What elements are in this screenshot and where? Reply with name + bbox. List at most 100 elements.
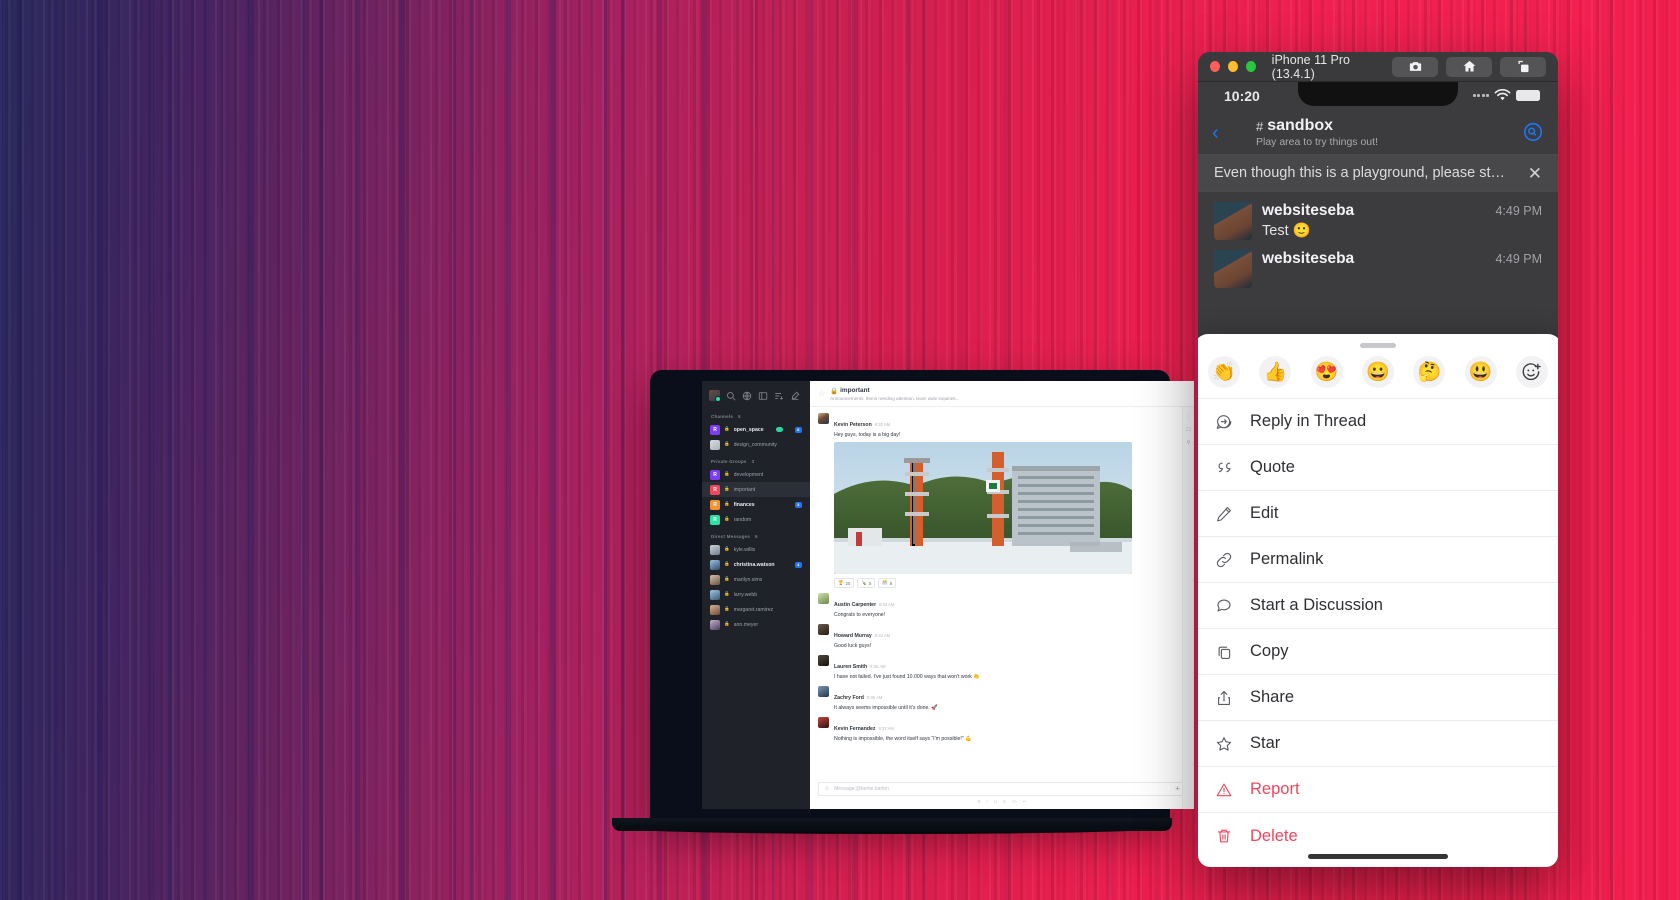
search-icon[interactable]: ⚲ — [1183, 440, 1194, 446]
sidebar-item-ann-meyer[interactable]: 🔒 ann.meyer — [702, 617, 810, 632]
sidebar-item-marilyn-sims[interactable]: 🔒 marilyn.sims — [702, 572, 810, 587]
sidebar-item-open_space[interactable]: R 🔒 open_space 8 — [702, 422, 810, 437]
bold-icon[interactable]: B — [977, 799, 980, 805]
message-text: Good luck guys! — [834, 643, 872, 650]
announcement-banner[interactable]: Even though this is a playground, please… — [1198, 154, 1558, 192]
message-image[interactable] — [834, 442, 1132, 575]
simulator-screen: 10:20 ‹ # sandbox Play area to try thing… — [1198, 82, 1558, 867]
menu-item-reply-in-thread[interactable]: Reply in Thread — [1198, 399, 1558, 445]
message-text: Congrats to everyone! — [834, 612, 886, 619]
compose-icon[interactable] — [790, 391, 800, 401]
rotate-button[interactable] — [1500, 56, 1546, 77]
formatting-toolbar: B I U S <> ↵ — [810, 799, 1194, 805]
desktop-main-panel: ☆ 🔒 important Announcements, Items needi… — [810, 381, 1194, 809]
strike-icon[interactable]: S — [1003, 799, 1006, 805]
menu-item-label: Quote — [1250, 458, 1295, 476]
simulator-toolbar — [1392, 56, 1546, 77]
status-time: 10:20 — [1224, 88, 1260, 104]
device-notch — [1298, 82, 1458, 106]
channel-title-block[interactable]: # sandbox Play area to try things out! — [1256, 117, 1378, 148]
back-button[interactable]: ‹ — [1212, 123, 1219, 143]
menu-item-label: Edit — [1250, 504, 1279, 522]
add-reaction-icon[interactable] — [1515, 356, 1548, 388]
close-icon[interactable] — [1210, 61, 1220, 72]
reaction-emoji: 🏆 — [838, 580, 844, 586]
message-text: Test 🙂 — [1262, 223, 1311, 239]
reaction-chip[interactable]: 🏆 20 — [834, 578, 855, 589]
message-row: websiteseba 4:49 PM — [1198, 240, 1558, 288]
message-text: Nothing is impossible, the word itself s… — [834, 736, 972, 743]
message-composer[interactable]: ☺ Message @bertie.barton + — [818, 782, 1186, 796]
search-message-icon[interactable] — [1522, 121, 1544, 143]
directory-icon[interactable] — [758, 391, 768, 401]
wifi-icon — [1494, 89, 1511, 101]
smiley-emoji[interactable]: 😃 — [1464, 356, 1497, 388]
thumbsup-emoji[interactable]: 👍 — [1259, 356, 1292, 388]
emoji-icon[interactable]: ☺ — [824, 786, 830, 792]
home-button[interactable] — [1446, 56, 1492, 77]
room-name: larry.webb — [733, 591, 758, 598]
sidebar-item-kyle-willis[interactable]: 🔒 kyle.willis — [702, 542, 810, 557]
sidebar-item-important[interactable]: R 🔒 important — [702, 482, 810, 497]
screenshot-button[interactable] — [1392, 56, 1438, 77]
sidebar-item-christina-watson[interactable]: 🔒 christina.watson 4 — [702, 557, 810, 572]
reaction-chip[interactable]: 🍾 5 — [857, 578, 876, 589]
menu-item-edit[interactable]: Edit — [1198, 491, 1558, 537]
sidebar-item-design_community[interactable]: 🔒 design_community — [702, 437, 810, 452]
menu-item-delete[interactable]: Delete — [1198, 813, 1558, 859]
avatar — [818, 624, 829, 636]
sort-icon[interactable] — [774, 391, 784, 401]
avatar — [818, 686, 829, 698]
home-indicator[interactable] — [1308, 854, 1448, 859]
sidebar-item-development[interactable]: R 🔒 development — [702, 467, 810, 482]
code-icon[interactable]: <> — [1012, 799, 1017, 805]
zoom-icon[interactable] — [1245, 61, 1256, 72]
menu-item-copy[interactable]: Copy — [1198, 629, 1558, 675]
message-time: 4:49 PM — [1495, 252, 1542, 266]
menu-item-label: Start a Discussion — [1250, 596, 1383, 614]
avatar — [710, 544, 720, 555]
room-name: development — [733, 471, 764, 478]
multiline-icon[interactable]: ↵ — [1023, 799, 1027, 805]
globe-icon[interactable] — [742, 391, 752, 401]
laptop-foot — [620, 828, 1164, 834]
close-icon[interactable]: ✕ — [1528, 165, 1542, 182]
kebab-icon[interactable]: ⋮ — [1183, 414, 1194, 420]
message-author: websiteseba — [1262, 202, 1355, 219]
message-author: Kevin Fernandez — [834, 726, 876, 733]
lock-icon: 🔒 — [724, 486, 730, 492]
message-row: Howard Murray 9:33 AM Good luck guys! — [818, 624, 1186, 650]
menu-item-report[interactable]: Report — [1198, 767, 1558, 813]
thread-icon[interactable]: ☐ — [1183, 427, 1194, 433]
minimize-icon[interactable] — [1227, 61, 1238, 72]
sidebar-item-larry-webb[interactable]: 🔒 larry.webb — [702, 587, 810, 602]
menu-item-permalink[interactable]: Permalink — [1198, 537, 1558, 583]
battery-icon — [1516, 90, 1540, 101]
message-row: Zachry Ford 9:36 AM It always seems impos… — [818, 686, 1186, 712]
menu-item-share[interactable]: Share — [1198, 675, 1558, 721]
avatar[interactable] — [709, 390, 721, 402]
search-icon[interactable] — [726, 391, 736, 401]
message-row: Kevin Fernandez 9:37 AM Nothing is imposs… — [818, 717, 1186, 743]
underline-icon[interactable]: U — [994, 799, 997, 805]
reaction-chip[interactable]: 🎊 8 — [878, 578, 897, 589]
desktop-sidebar: Channels 5 R 🔒 open_space 8 🔒 design_com… — [702, 381, 810, 809]
heart-eyes-emoji[interactable]: 😍 — [1310, 356, 1343, 388]
menu-item-quote[interactable]: Quote — [1198, 445, 1558, 491]
sidebar-item-finances[interactable]: R 🔒 finances 3 — [702, 497, 810, 512]
grinning-emoji[interactable]: 😀 — [1361, 356, 1394, 388]
lock-icon: 🔒 — [724, 546, 730, 552]
room-name: finances — [733, 501, 755, 508]
sidebar-section-count: 6 — [755, 534, 758, 539]
laptop-screen: Channels 5 R 🔒 open_space 8 🔒 design_com… — [702, 381, 1194, 809]
star-icon[interactable]: ☆ — [818, 389, 825, 398]
clap-emoji[interactable]: 👏 — [1208, 356, 1240, 388]
thinking-emoji[interactable]: 🤔 — [1413, 356, 1446, 388]
plus-icon[interactable]: + — [1175, 785, 1180, 793]
italic-icon[interactable]: I — [986, 799, 987, 805]
menu-item-start-a-discussion[interactable]: Start a Discussion — [1198, 583, 1558, 629]
sidebar-item-random[interactable]: R 🔒 random — [702, 512, 810, 527]
menu-item-star[interactable]: Star — [1198, 721, 1558, 767]
menu-item-label: Copy — [1250, 642, 1289, 660]
sidebar-item-margaret-ramirez[interactable]: 🔒 margaret.ramirez — [702, 602, 810, 617]
